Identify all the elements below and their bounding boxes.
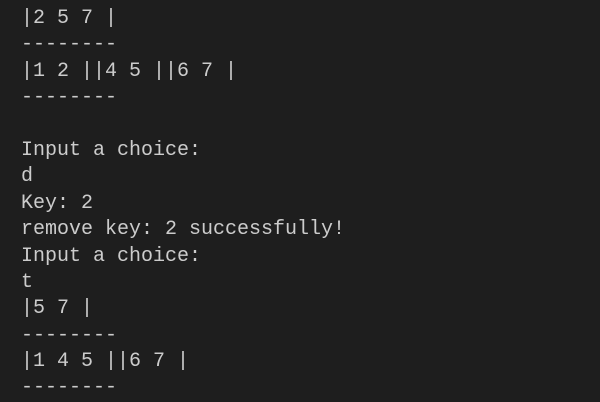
output-line-tree-root: |2 5 7 | [21, 7, 118, 30]
output-line-blank [21, 112, 600, 138]
output-line-key-input: Key: 2 [21, 191, 94, 215]
output-line-prompt: Input a choice: [21, 138, 202, 162]
output-line-prompt: Input a choice: [21, 244, 202, 268]
output-line-tree-root: |5 7 | [21, 297, 94, 321]
output-line-user-input: d [21, 165, 34, 189]
output-line-separator: -------- [21, 33, 118, 57]
output-line-user-input: t [21, 270, 34, 294]
output-line-separator: -------- [21, 376, 118, 400]
terminal-output[interactable]: |2 5 7 | -------- |1 2 ||4 5 ||6 7 | ---… [0, 0, 600, 402]
output-line-separator: -------- [21, 323, 118, 347]
output-line-separator: -------- [21, 86, 118, 110]
output-line-tree-leaves: |1 2 ||4 5 ||6 7 | [21, 59, 238, 83]
output-line-tree-leaves: |1 4 5 ||6 7 | [21, 350, 190, 374]
output-line-status-message: remove key: 2 successfully! [21, 218, 346, 242]
